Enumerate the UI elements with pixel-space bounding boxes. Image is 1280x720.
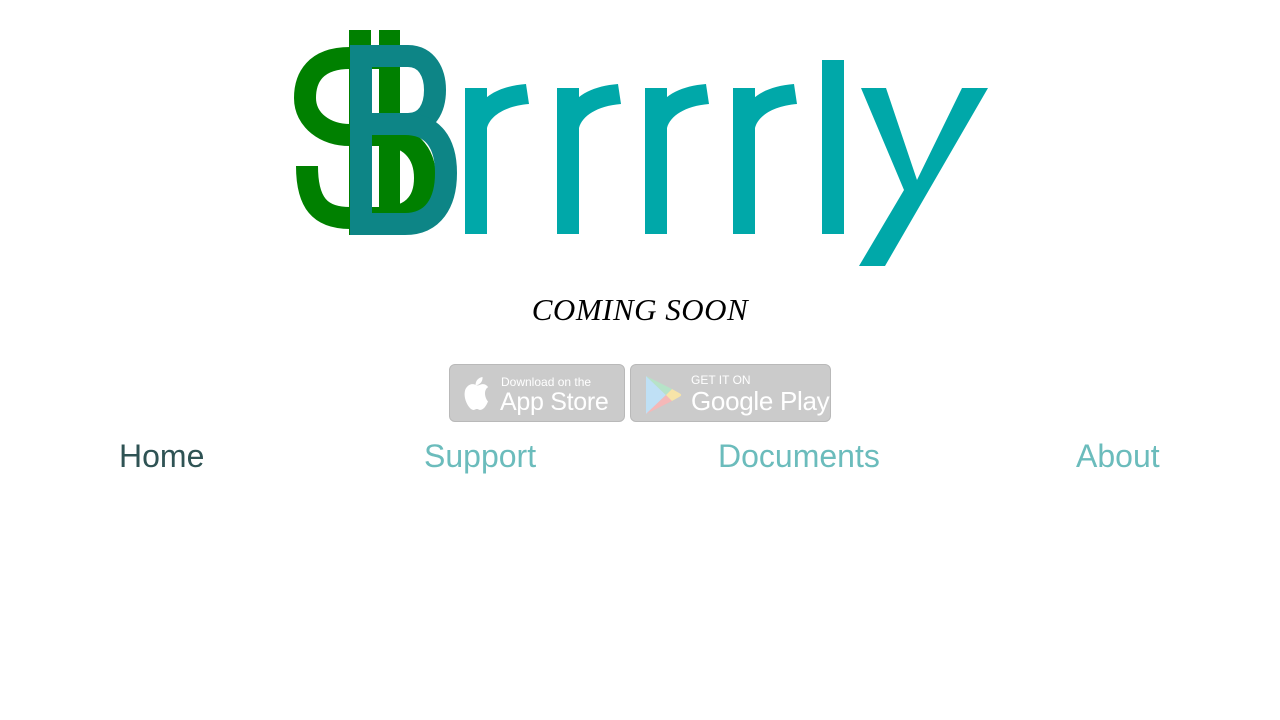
page: COMING SOON Download on the App Store GE… [0, 0, 1280, 720]
r-letters [465, 60, 988, 266]
nav-about-link[interactable]: About [1076, 438, 1160, 475]
app-store-line1: Download on the [501, 375, 592, 389]
coming-soon-tagline: COMING SOON [531, 292, 749, 327]
b-stem [350, 45, 372, 235]
app-store-line2: App Store [500, 388, 609, 416]
google-play-line2: Google Play [691, 386, 830, 416]
google-play-line1: GET IT ON [691, 373, 751, 387]
nav-support-link[interactable]: Support [424, 438, 536, 475]
google-play-badge[interactable]: GET IT ON Google Play [630, 364, 831, 422]
google-play-icon [646, 376, 682, 414]
app-store-badge[interactable]: Download on the App Store [449, 364, 625, 422]
apple-icon [464, 377, 489, 410]
nav-home-link[interactable]: Home [119, 438, 204, 475]
main-nav: Home Support Documents About [0, 438, 1280, 478]
brrrrly-logo [293, 30, 988, 266]
nav-documents-link[interactable]: Documents [718, 438, 880, 475]
